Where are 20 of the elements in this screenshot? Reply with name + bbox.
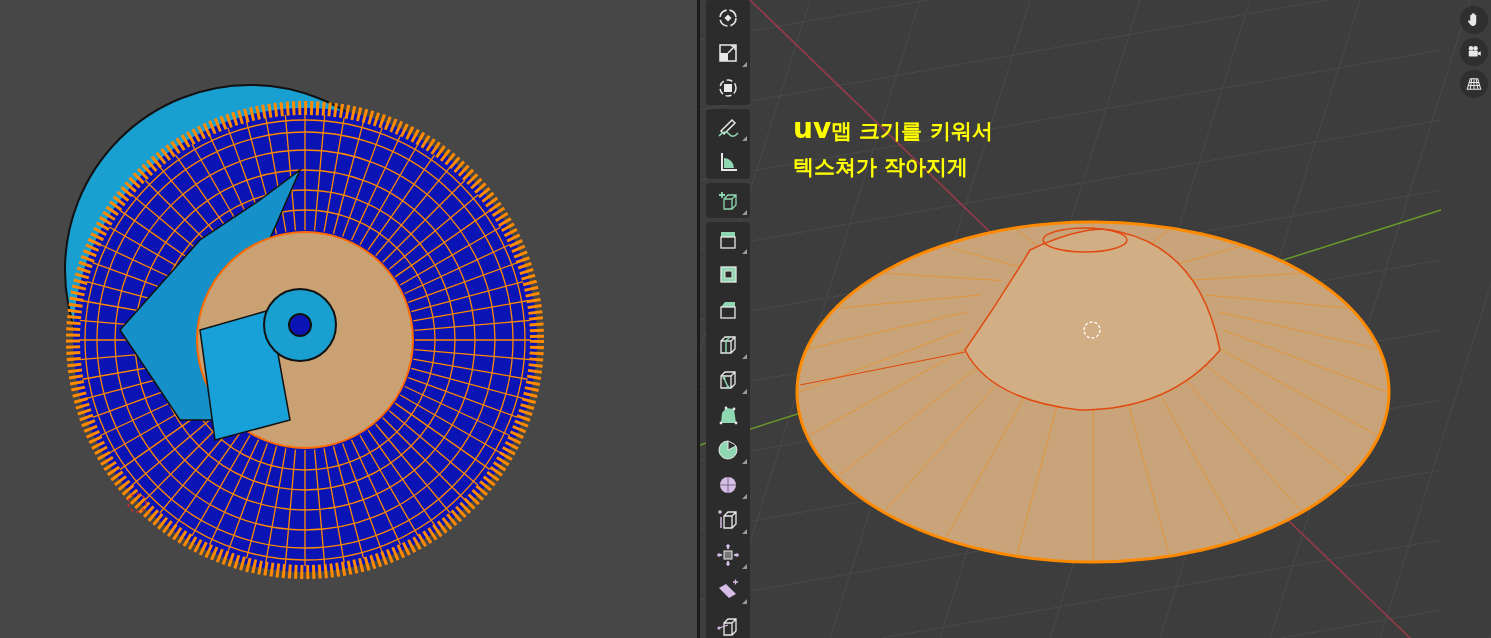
submenu-corner-icon bbox=[742, 249, 747, 254]
submenu-corner-icon bbox=[742, 210, 747, 215]
submenu-corner-icon bbox=[742, 529, 747, 534]
annotation-text: 텍스쳐가 작아지게 bbox=[793, 154, 970, 181]
annotation-text: uv맵 크기를 키워서 bbox=[793, 112, 993, 145]
navigation-button[interactable] bbox=[1460, 38, 1488, 66]
submenu-corner-icon bbox=[742, 62, 747, 67]
submenu-corner-icon bbox=[742, 389, 747, 394]
edge-slide-icon bbox=[716, 507, 740, 532]
navigation-button[interactable] bbox=[1460, 6, 1488, 34]
submenu-corner-icon bbox=[742, 564, 747, 569]
navigation-button[interactable] bbox=[1460, 70, 1488, 98]
submenu-corner-icon bbox=[742, 136, 747, 141]
submenu-corner-icon bbox=[742, 599, 747, 604]
submenu-corner-icon bbox=[742, 494, 747, 499]
perspective-grid-icon bbox=[1465, 75, 1483, 93]
submenu-corner-icon bbox=[742, 354, 747, 359]
submenu-corner-icon bbox=[742, 459, 747, 464]
shrink-fatten-icon bbox=[716, 542, 740, 567]
spin-icon bbox=[716, 437, 740, 462]
